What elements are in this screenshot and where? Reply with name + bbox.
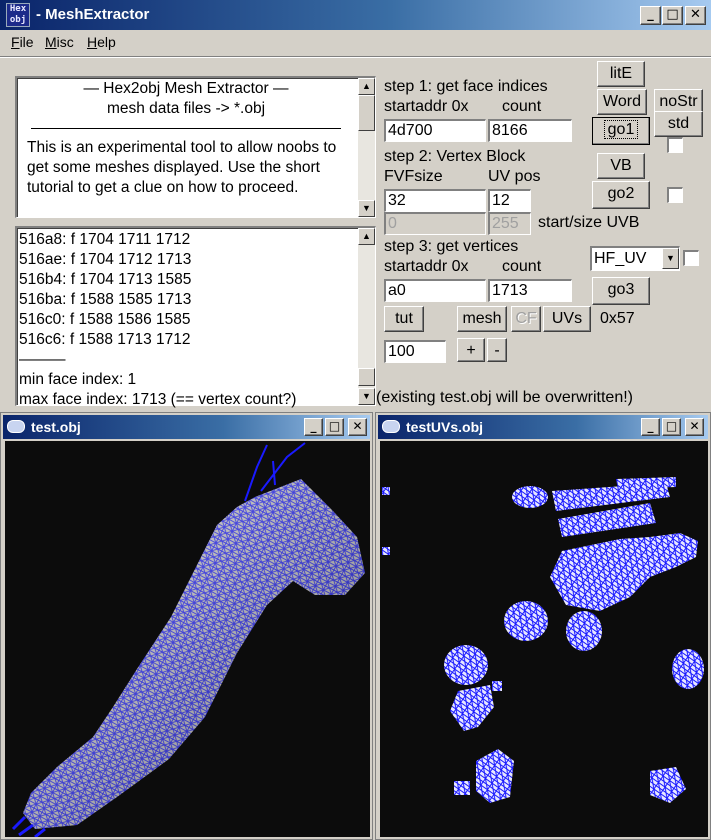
viewer-title: test.obj: [31, 419, 81, 435]
step1-title: step 1: get face indices: [384, 78, 548, 95]
step1-count-input[interactable]: 8166: [488, 119, 572, 142]
uv-islands: [382, 477, 704, 803]
go2-checkbox[interactable]: [667, 187, 683, 203]
info-body: This is an experimental tool to allow no…: [27, 139, 337, 196]
menu-bar: File Misc Help: [0, 30, 711, 54]
chevron-down-icon[interactable]: ▼: [662, 248, 679, 269]
nostr-checkbox[interactable]: [667, 137, 683, 153]
info-divider: [31, 128, 341, 129]
step1-startaddr-input[interactable]: 4d700: [384, 119, 486, 142]
log-line: 516a8: f 1704 1711 1712: [19, 231, 191, 248]
info-heading: — Hex2obj Mesh Extractor —: [83, 80, 289, 97]
step1-count-label: count: [502, 98, 542, 115]
uv-render: [382, 477, 704, 803]
log-min-index: min face index: 1: [19, 371, 137, 388]
step2-fvfsize-input[interactable]: 32: [384, 189, 486, 212]
go2-button[interactable]: go2: [592, 181, 650, 209]
log-separator: ———: [19, 351, 66, 368]
viewer-window-mesh[interactable]: test.obj _ □ ✕: [0, 412, 373, 840]
scroll-thumb[interactable]: [358, 95, 375, 131]
log-max-index: max face index: 1713 (== vertex count?): [19, 391, 297, 408]
step3-startaddr-label: startaddr 0x: [384, 258, 469, 275]
arm-mesh: [11, 442, 365, 837]
log-line: 516ae: f 1704 1712 1713: [19, 251, 192, 268]
step1-startaddr-label: startaddr 0x: [384, 98, 469, 115]
viewer-titlebar[interactable]: testUVs.obj _ □ ✕: [378, 415, 708, 439]
step3-count-label: count: [502, 258, 542, 275]
step2-group: step 2: Vertex Block FVFsize UV pos: [384, 147, 586, 189]
title-bar[interactable]: Hex obj - MeshExtractor _ □ ✕: [0, 0, 711, 30]
step1-group: step 1: get face indices startaddr 0x co…: [384, 77, 586, 119]
viewer-icon: [7, 420, 25, 433]
plus-button[interactable]: +: [457, 338, 485, 362]
std-button[interactable]: std: [654, 111, 703, 137]
uvb-start-input: 0: [384, 212, 486, 235]
word-button[interactable]: Word: [597, 89, 647, 115]
step3-title: step 3: get vertices: [384, 238, 519, 255]
mesh-button[interactable]: mesh: [457, 306, 507, 332]
viewer-title: testUVs.obj: [406, 419, 484, 435]
scroll-down-icon[interactable]: ▼: [358, 388, 375, 405]
tut-button[interactable]: tut: [384, 306, 424, 332]
log-scrollbar[interactable]: ▲ ▼: [358, 228, 375, 405]
step2-fvf-label: FVFsize: [384, 168, 443, 185]
close-button[interactable]: ✕: [685, 6, 706, 25]
app-icon: Hex obj: [6, 3, 30, 27]
viewer-icon: [382, 420, 400, 433]
log-line: 516b4: f 1704 1713 1585: [19, 271, 192, 288]
menu-separator: [0, 56, 711, 58]
step2-title: step 2: Vertex Block: [384, 148, 526, 165]
scroll-up-icon[interactable]: ▲: [358, 78, 375, 95]
minimize-button[interactable]: _: [640, 6, 661, 25]
window-title: - MeshExtractor: [36, 6, 150, 23]
step3-count-input[interactable]: 1713: [488, 279, 572, 302]
log-line: 516c0: f 1588 1586 1585: [19, 311, 191, 328]
uvb-label: start/size UVB: [536, 212, 678, 233]
info-scrollbar[interactable]: ▲ ▼: [358, 78, 375, 217]
uv-format-select[interactable]: HF_UV ▼: [590, 246, 680, 271]
close-button[interactable]: ✕: [348, 418, 367, 436]
maximize-button[interactable]: □: [325, 418, 344, 436]
vb-button[interactable]: VB: [597, 153, 645, 179]
hex-readout: 0x57: [597, 308, 639, 330]
uvb-size-input: 255: [488, 212, 531, 235]
step2-uvpos-input[interactable]: 12: [488, 189, 531, 212]
log-textbox[interactable]: 516a8: f 1704 1711 1712 516ae: f 1704 17…: [15, 226, 376, 408]
zoom-input[interactable]: 100: [384, 340, 446, 363]
menu-help[interactable]: Help: [87, 34, 116, 50]
info-textbox[interactable]: — Hex2obj Mesh Extractor — mesh data fil…: [15, 76, 376, 218]
minus-button[interactable]: -: [487, 338, 507, 362]
viewer-titlebar[interactable]: test.obj _ □ ✕: [3, 415, 370, 439]
step2-uvpos-label: UV pos: [488, 168, 541, 185]
uvs-button[interactable]: UVs: [543, 306, 591, 332]
go3-button[interactable]: go3: [592, 277, 650, 305]
cf-button: CF: [511, 306, 541, 332]
step3-startaddr-input[interactable]: a0: [384, 279, 486, 302]
uv-viewport[interactable]: [380, 441, 708, 837]
go1-button[interactable]: go1: [592, 117, 650, 145]
scroll-up-icon[interactable]: ▲: [358, 228, 375, 245]
close-button[interactable]: ✕: [685, 418, 704, 436]
mesh-render: [11, 442, 365, 837]
lite-button[interactable]: litE: [597, 61, 645, 87]
scroll-thumb[interactable]: [358, 368, 375, 386]
viewer-window-uvs[interactable]: testUVs.obj _ □ ✕: [375, 412, 711, 840]
uv-checkbox[interactable]: [683, 250, 699, 266]
scroll-down-icon[interactable]: ▼: [358, 200, 375, 217]
maximize-button[interactable]: □: [662, 6, 683, 25]
menu-misc[interactable]: Misc: [45, 34, 74, 50]
log-line: 516c6: f 1588 1713 1712: [19, 331, 191, 348]
minimize-button[interactable]: _: [641, 418, 660, 436]
maximize-button[interactable]: □: [662, 418, 681, 436]
step3-group: step 3: get vertices startaddr 0x count: [384, 237, 586, 279]
mesh-viewport[interactable]: [5, 441, 370, 837]
minimize-button[interactable]: _: [304, 418, 323, 436]
info-subheading: mesh data files -> *.obj: [106, 100, 266, 117]
log-line: 516ba: f 1588 1585 1713: [19, 291, 192, 308]
menu-file[interactable]: File: [11, 34, 34, 50]
overwrite-warning: (existing test.obj will be overwritten!): [376, 387, 678, 409]
